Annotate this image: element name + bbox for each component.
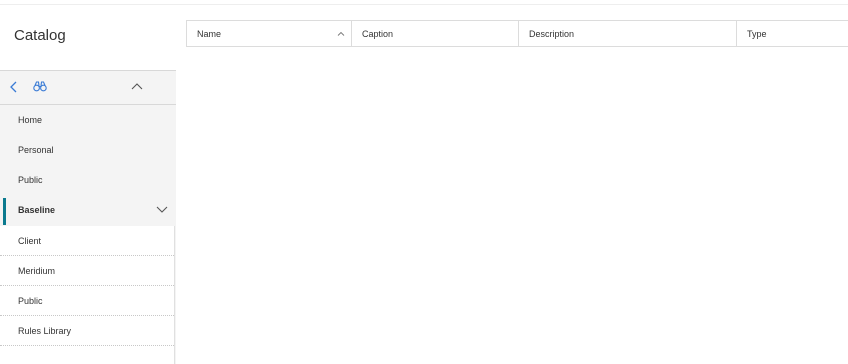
- sidebar-item-baseline[interactable]: Baseline: [0, 195, 176, 225]
- sidebar-subitem-label: Meridium: [18, 266, 56, 276]
- sidebar-item-public[interactable]: Public: [0, 165, 176, 195]
- column-header-description[interactable]: Description: [519, 21, 737, 46]
- sidebar-subitem-public[interactable]: Public: [0, 286, 174, 316]
- column-label: Caption: [362, 29, 394, 39]
- sidebar-item-label: Home: [18, 115, 43, 125]
- sidebar-subitem-client[interactable]: Client: [0, 226, 174, 256]
- column-label: Name: [197, 29, 222, 39]
- sidebar-subitem-meridium[interactable]: Meridium: [0, 256, 174, 286]
- sidebar-subitem-label: Public: [18, 296, 43, 306]
- sidebar-subitem-rules-library[interactable]: Rules Library: [0, 316, 174, 346]
- column-label: Description: [529, 29, 575, 39]
- sidebar-item-home[interactable]: Home: [0, 105, 176, 135]
- column-label: Type: [747, 29, 767, 39]
- chevron-up-icon[interactable]: [131, 82, 143, 90]
- sidebar-item-personal[interactable]: Personal: [0, 135, 176, 165]
- sidebar-item-label: Personal: [18, 145, 54, 155]
- chevron-left-icon[interactable]: [9, 81, 19, 93]
- column-header-name[interactable]: Name: [187, 21, 352, 46]
- sidebar-subitem-label: Rules Library: [18, 326, 72, 336]
- binoculars-icon[interactable]: [33, 81, 47, 92]
- sidebar-subitem-label: Client: [18, 236, 42, 246]
- top-divider: [0, 4, 848, 5]
- grid-header: Name Caption Description Type: [186, 20, 848, 47]
- column-header-type[interactable]: Type: [737, 21, 848, 46]
- baseline-subitems: Client Meridium Public Rules Library: [0, 226, 175, 364]
- page-title: Catalog: [14, 27, 66, 44]
- active-indicator: [3, 198, 6, 225]
- chevron-down-icon[interactable]: [156, 206, 168, 214]
- catalog-sidebar: Home Personal Public Baseline Client Mer…: [0, 70, 176, 364]
- sidebar-item-label: Baseline: [18, 205, 56, 215]
- sidebar-item-label: Public: [18, 175, 43, 185]
- sidebar-toolbar: [0, 71, 176, 105]
- sort-ascending-icon[interactable]: [337, 31, 345, 36]
- column-header-caption[interactable]: Caption: [352, 21, 519, 46]
